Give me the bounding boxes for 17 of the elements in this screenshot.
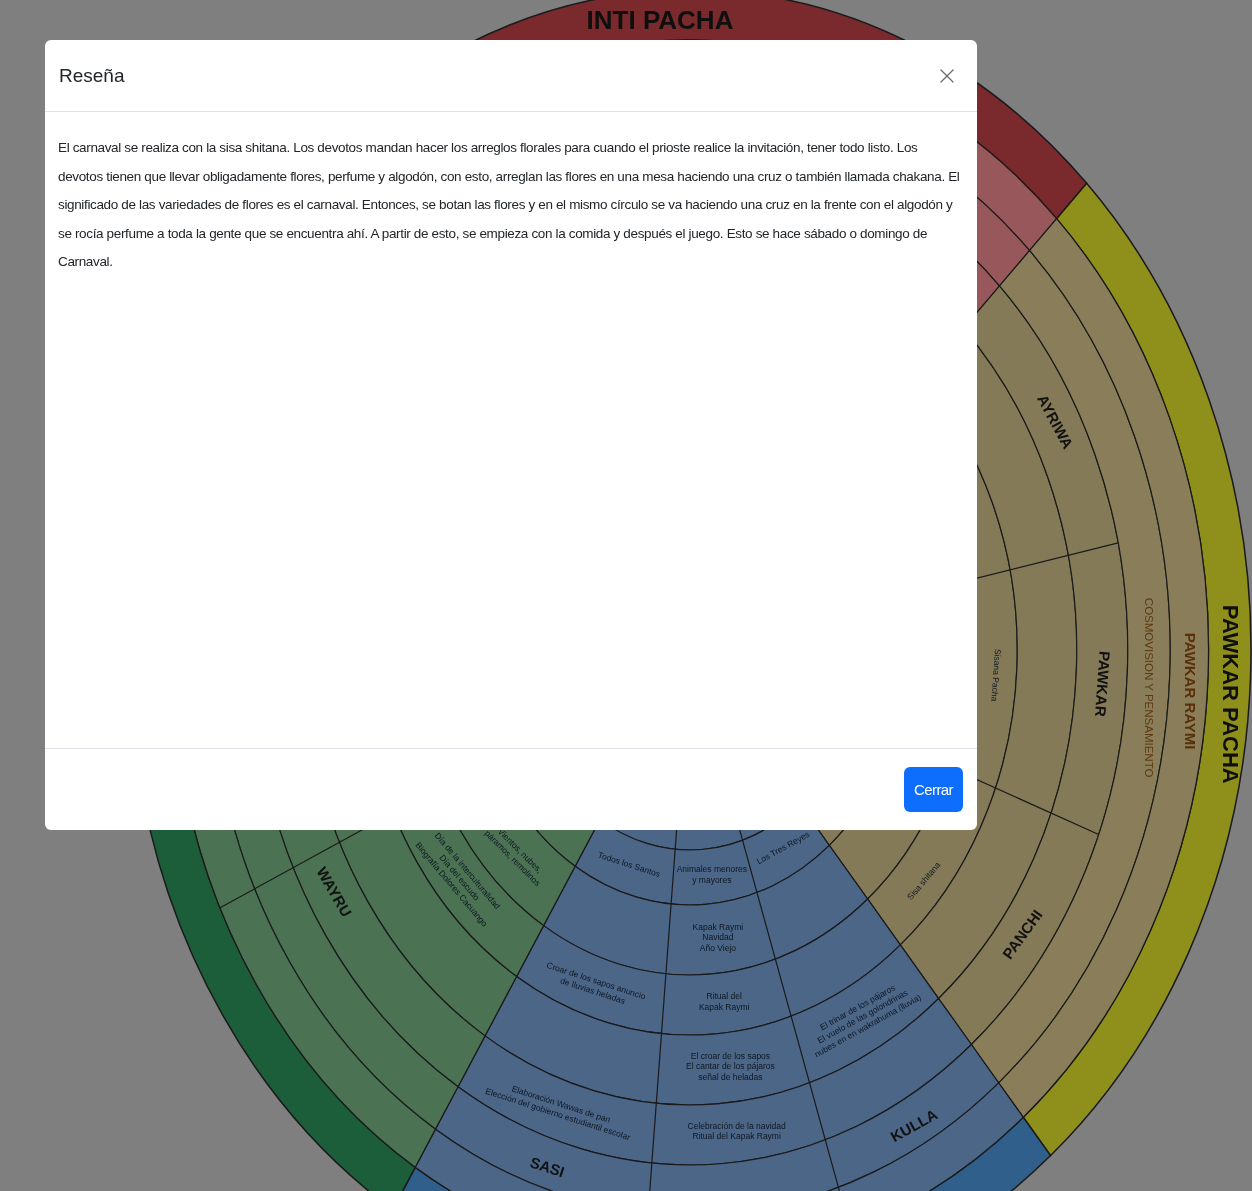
dialog-title: Reseña xyxy=(59,64,125,87)
month-label: PAWKAR xyxy=(1092,650,1114,718)
wheel-note: Ritual del Kapak Raymi xyxy=(698,991,750,1013)
wheel-note: El croar de los sapos El cantar de los pájaros señal de heladas xyxy=(686,1051,775,1083)
wheel-note: Animales menores y mayores xyxy=(676,864,748,886)
review-text: El carnaval se realiza con la sisa shitana. Los devotos mandan hacer los arreglos florales para cuando el prioste realice la invitación, tener todo listo. Los devotos tienen que llevar obligadamente flores, perfume y algodón, con esto, arreglan las flores en una mesa haciendo una cruz o también llamada chakana. El significado de las variedades de flores es el carnaval. Entonces, se botan las flores y en el mismo círculo se va haciendo una cruz en la frente con el algodón y se rocía perfume a toda la gente que se encuentra ahí. A partir de esto, se empieza con la comida y después el juego. Esto se hace sábado o domingo de Carnaval. xyxy=(58,139,961,272)
season-label: INTI PACHA xyxy=(586,4,734,35)
wheel-note: Celebración de la navidad Ritual del Kapak Raymi xyxy=(687,1120,786,1142)
ring-label: COSMOVISION Y PENSAMIENTO xyxy=(1142,597,1155,778)
season-label: PAWKAR PACHA xyxy=(1217,604,1243,784)
wheel-note: Kapak Raymi Navidad Año Viejo xyxy=(692,921,744,953)
month-label: SASI xyxy=(528,1153,567,1181)
close-dialog-button[interactable]: Cerrar xyxy=(904,767,963,812)
wheel-note: Los Tres Reyes xyxy=(754,829,812,867)
wheel-note: Sisana Pacha xyxy=(989,648,1003,702)
ring-label: PAWKAR RAYMI xyxy=(1181,632,1199,750)
wheel-note: Todos los Santos xyxy=(596,849,662,880)
